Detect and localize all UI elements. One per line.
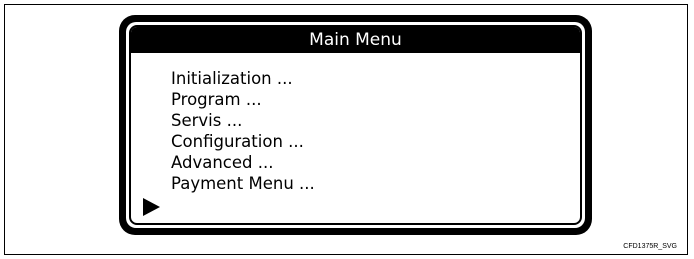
menu-item-program[interactable]: Program ... xyxy=(171,89,315,110)
display-screen: Main Menu Initialization ... Program ...… xyxy=(126,22,585,228)
selection-cursor-icon xyxy=(143,198,160,216)
figure-frame: Main Menu Initialization ... Program ...… xyxy=(4,4,688,255)
menu-item-configuration[interactable]: Configuration ... xyxy=(171,131,315,152)
menu-item-initialization[interactable]: Initialization ... xyxy=(171,68,315,89)
menu-item-servis[interactable]: Servis ... xyxy=(171,110,315,131)
menu-title: Main Menu xyxy=(131,27,580,53)
display-bezel: Main Menu Initialization ... Program ...… xyxy=(119,15,592,235)
menu-panel: Main Menu Initialization ... Program ...… xyxy=(129,25,582,225)
menu-item-advanced[interactable]: Advanced ... xyxy=(171,152,315,173)
figure-code: CFD1375R_SVG xyxy=(623,243,677,250)
menu-list: Initialization ... Program ... Servis ..… xyxy=(171,68,315,194)
menu-item-payment-menu[interactable]: Payment Menu ... xyxy=(171,173,315,194)
